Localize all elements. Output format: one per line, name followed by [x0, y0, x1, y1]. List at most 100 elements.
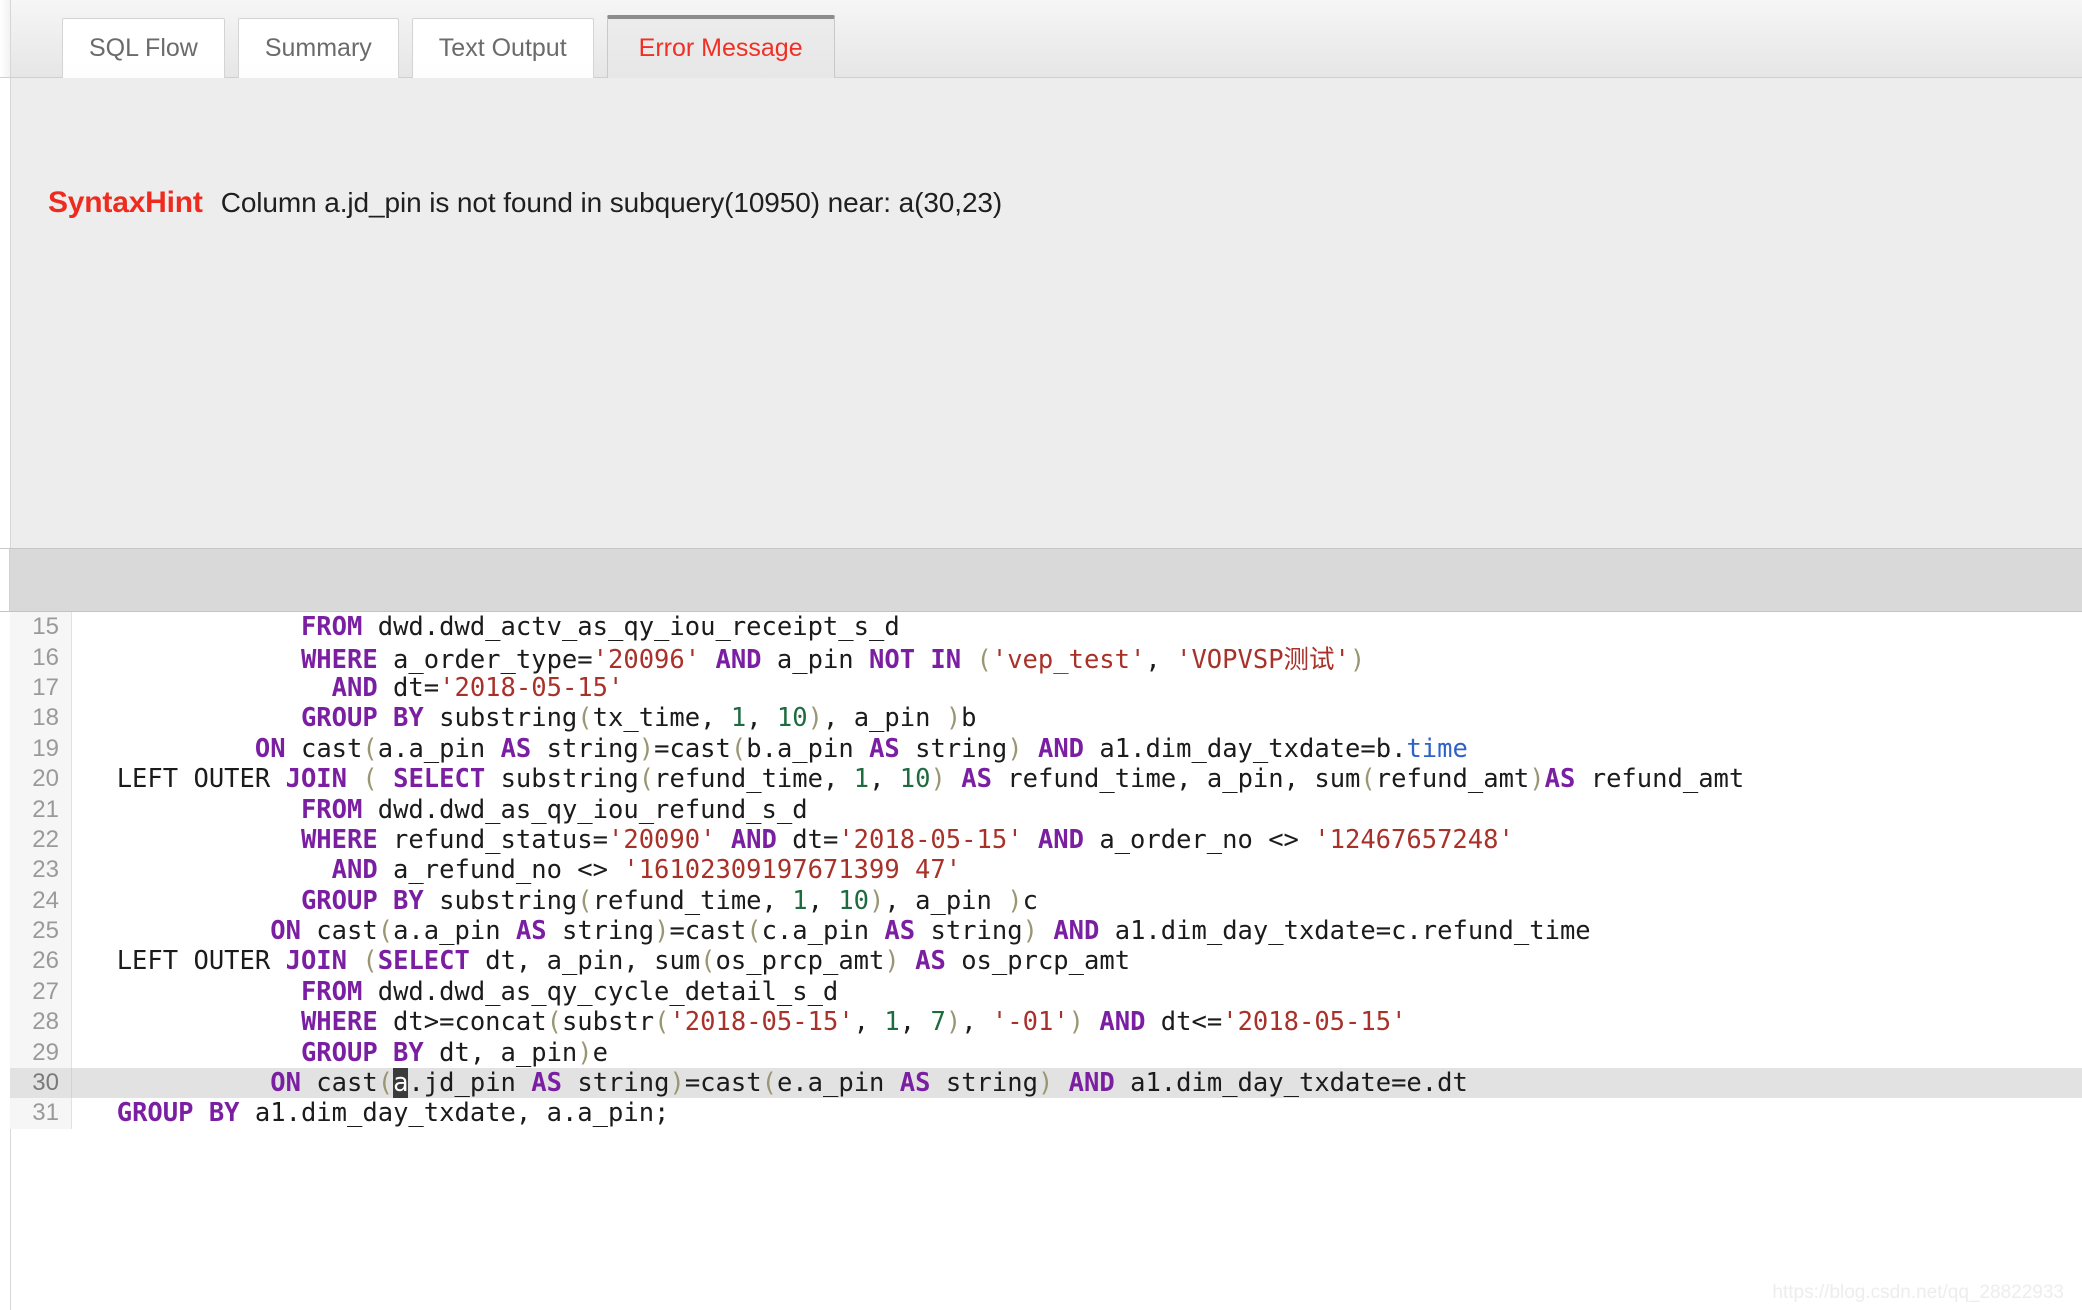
line-number: 26	[10, 946, 72, 977]
code-token: substr	[561, 1007, 655, 1038]
code-line-text: FROM dwd.dwd_actv_as_qy_iou_receipt_s_d	[72, 612, 900, 642]
code-token: )	[1529, 764, 1545, 795]
code-token: 1	[730, 703, 747, 734]
code-token: '2018-05-15'	[838, 824, 1023, 855]
code-line[interactable]: 17 AND dt='2018-05-15'	[10, 672, 2082, 704]
code-token: (	[577, 885, 593, 916]
code-token: (	[362, 733, 378, 764]
code-token: substring	[423, 703, 578, 734]
code-token: , a_pin	[884, 885, 1008, 916]
code-line-text: GROUP BY substring(tx_time, 1, 10), a_pi…	[72, 703, 977, 733]
code-token: )	[669, 1068, 685, 1099]
code-token: ,	[746, 703, 777, 734]
line-number: 16	[10, 642, 72, 673]
sql-code-editor[interactable]: 15 FROM dwd.dwd_actv_as_qy_iou_receipt_s…	[0, 612, 2082, 1310]
code-line[interactable]: 15 FROM dwd.dwd_actv_as_qy_iou_receipt_s…	[10, 612, 2082, 643]
code-line[interactable]: 27 FROM dwd.dwd_as_qy_cycle_detail_s_d	[10, 976, 2082, 1008]
code-token: AS	[915, 946, 946, 977]
error-message-panel: SyntaxHint Column a.jd_pin is not found …	[0, 78, 2082, 548]
code-token: dwd.dwd_actv_as_qy_iou_receipt_s_d	[362, 612, 900, 643]
tab-error-message[interactable]: Error Message	[606, 15, 835, 78]
code-token: ,	[1145, 645, 1177, 676]
code-token: WHERE	[300, 645, 378, 676]
line-number: 19	[10, 733, 72, 764]
line-number: 22	[10, 824, 72, 856]
code-lines-container: 15 FROM dwd.dwd_actv_as_qy_iou_receipt_s…	[10, 612, 2082, 1129]
code-line-text: WHERE refund_status='20090' AND dt='2018…	[72, 825, 1514, 855]
code-line[interactable]: 24 GROUP BY substring(refund_time, 1, 10…	[10, 885, 2082, 916]
code-token: AS	[1544, 764, 1576, 795]
panel-splitter[interactable]	[0, 548, 2082, 612]
code-line[interactable]: 26 LEFT OUTER JOIN (SELECT dt, a_pin, su…	[10, 946, 2082, 977]
line-number: 17	[10, 672, 72, 704]
code-token: AND	[1037, 733, 1085, 764]
line-number: 29	[10, 1037, 72, 1068]
code-token: (	[1360, 764, 1376, 795]
code-token: b	[961, 703, 977, 734]
code-token: 10	[776, 703, 808, 734]
tab-text-output[interactable]: Text Output	[411, 18, 594, 78]
code-line-text: ON cast(a.a_pin AS string)=cast(c.a_pin …	[72, 916, 1590, 947]
line-number: 18	[10, 703, 72, 734]
code-line[interactable]: 19 ON cast(a.a_pin AS string)=cast(b.a_p…	[10, 733, 2082, 764]
code-token: ON	[270, 1068, 301, 1099]
code-token: )	[654, 916, 670, 947]
code-token: GROUP BY	[116, 1098, 240, 1129]
code-token: )	[1007, 733, 1023, 764]
code-line[interactable]: 21 FROM dwd.dwd_as_qy_iou_refund_s_d	[10, 794, 2082, 825]
code-token: )	[1007, 885, 1023, 916]
code-line[interactable]: 20 LEFT OUTER JOIN ( SELECT substring(re…	[10, 763, 2082, 795]
code-token: a_order_no <>	[1083, 824, 1315, 855]
tab-label: Summary	[264, 34, 372, 62]
code-token: dt, a_pin	[423, 1037, 578, 1068]
line-number: 28	[10, 1007, 72, 1038]
code-token: ON	[254, 733, 286, 764]
code-token: GROUP BY	[300, 703, 424, 734]
code-line[interactable]: 16 WHERE a_order_type='20096' AND a_pin …	[10, 642, 2082, 676]
code-token: a1.dim_day_txdate, a.a_pin;	[239, 1098, 670, 1129]
code-token: )	[945, 703, 962, 734]
code-line-text: GROUP BY dt, a_pin)e	[72, 1038, 608, 1068]
code-token: AND	[1068, 1068, 1115, 1099]
code-token: AND	[331, 855, 378, 886]
code-line[interactable]: 25 ON cast(a.a_pin AS string)=cast(c.a_p…	[10, 915, 2082, 947]
tab-summary[interactable]: Summary	[237, 18, 399, 78]
code-token: cast	[300, 916, 378, 947]
code-line[interactable]: 28 WHERE dt>=concat(substr('2018-05-15',…	[10, 1007, 2082, 1038]
code-line[interactable]: 18 GROUP BY substring(tx_time, 1, 10), a…	[10, 703, 2082, 734]
code-line[interactable]: 29 GROUP BY dt, a_pin)e	[10, 1037, 2082, 1068]
code-token: a.a_pin	[393, 916, 516, 947]
code-token: c	[1022, 885, 1038, 916]
code-line[interactable]: 31 GROUP BY a1.dim_day_txdate, a.a_pin;	[10, 1098, 2082, 1129]
code-line[interactable]: 23 AND a_refund_no <> '16102309197671399…	[10, 855, 2082, 886]
code-line[interactable]: 22 WHERE refund_status='20090' AND dt='2…	[10, 824, 2082, 856]
code-token: cast	[300, 1068, 378, 1099]
code-token: dwd.dwd_as_qy_cycle_detail_s_d	[362, 976, 839, 1007]
line-number: 21	[10, 794, 72, 825]
code-token: substring	[423, 885, 578, 916]
line-number: 30	[10, 1067, 72, 1099]
code-token: )	[807, 703, 823, 734]
code-line[interactable]: 30 ON cast(a.jd_pin AS string)=cast(e.a_…	[10, 1067, 2082, 1099]
code-token: )	[945, 1007, 962, 1038]
code-token: 1	[853, 764, 870, 795]
line-number: 15	[10, 612, 72, 643]
code-token: e.a_pin	[776, 1068, 900, 1099]
code-token: '20090'	[608, 824, 716, 855]
code-token: string	[930, 1068, 1038, 1099]
tab-sql-flow[interactable]: SQL Flow	[62, 18, 225, 78]
code-line-text: AND a_refund_no <> '16102309197671399 47…	[72, 855, 961, 885]
